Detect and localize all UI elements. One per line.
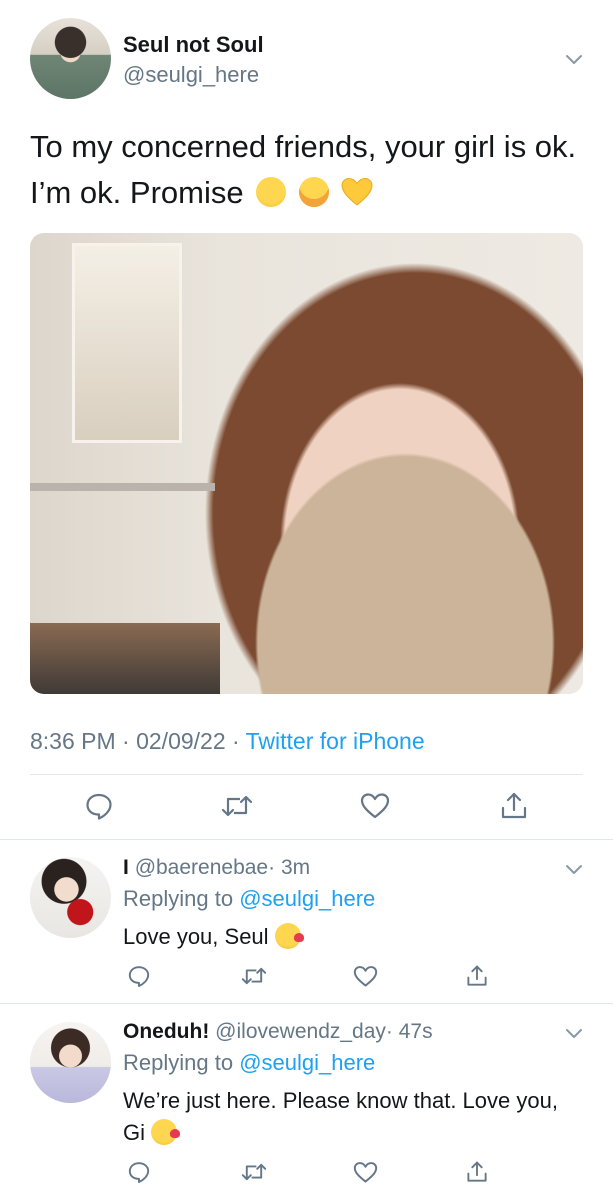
reply-text-content: Love you, Seul bbox=[123, 924, 269, 949]
tweet-text: To my concerned friends, your girl is ok… bbox=[30, 124, 590, 216]
like-button[interactable] bbox=[351, 1158, 379, 1186]
photo-shelf bbox=[30, 483, 215, 491]
reply-author: Oneduh! @ilovewendz_day· 47s bbox=[123, 1020, 433, 1044]
replying-to: Replying to @seulgi_here bbox=[123, 1050, 375, 1076]
divider bbox=[30, 774, 583, 775]
kissing-face-emoji-icon bbox=[151, 1119, 181, 1146]
smiling-face-emoji-icon bbox=[256, 176, 287, 207]
yellow-heart-emoji-icon bbox=[341, 177, 373, 206]
author-name[interactable]: Seul not Soul bbox=[123, 32, 264, 58]
reply-avatar[interactable] bbox=[30, 1022, 111, 1103]
retweet-button[interactable] bbox=[240, 1158, 268, 1186]
reply-button[interactable] bbox=[126, 962, 152, 990]
author-handle[interactable]: @seulgi_here bbox=[123, 62, 259, 88]
reply-time: · 3m bbox=[268, 856, 311, 879]
reply-avatar[interactable] bbox=[30, 857, 111, 938]
retweet-icon bbox=[241, 1163, 267, 1181]
tweet-timestamp: 8:36 PM · 02/09/22 · bbox=[30, 728, 246, 754]
divider bbox=[0, 839, 613, 840]
reply-text: We’re just here. Please know that. Love … bbox=[123, 1085, 563, 1149]
photo-table bbox=[30, 623, 220, 694]
retweet-button[interactable] bbox=[220, 789, 254, 823]
replying-to: Replying to @seulgi_here bbox=[123, 886, 375, 912]
kissing-face-emoji-icon bbox=[274, 923, 304, 950]
reply-author-handle[interactable]: @ilovewendz_day bbox=[215, 1020, 386, 1043]
replying-to-mention[interactable]: @seulgi_here bbox=[239, 1050, 375, 1075]
chevron-down-icon[interactable] bbox=[563, 1022, 585, 1044]
retweet-button[interactable] bbox=[240, 962, 268, 990]
reply-time: · 47s bbox=[385, 1020, 433, 1043]
retweet-icon bbox=[241, 967, 267, 985]
like-icon bbox=[360, 793, 390, 819]
tweet-source-link[interactable]: Twitter for iPhone bbox=[246, 728, 425, 754]
share-icon bbox=[501, 792, 527, 819]
retweet-icon bbox=[221, 795, 253, 817]
reply-author-name[interactable]: I bbox=[123, 856, 129, 879]
share-button[interactable] bbox=[497, 789, 531, 823]
share-icon bbox=[467, 965, 487, 986]
reply-author-name[interactable]: Oneduh! bbox=[123, 1020, 209, 1043]
replying-to-label: Replying to bbox=[123, 1050, 234, 1075]
like-button[interactable] bbox=[358, 789, 392, 823]
chevron-down-icon[interactable] bbox=[563, 858, 585, 880]
share-button[interactable] bbox=[463, 962, 491, 990]
like-button[interactable] bbox=[351, 962, 379, 990]
reply-author: I @baerenebae· 3m bbox=[123, 856, 310, 880]
like-icon bbox=[353, 1161, 377, 1183]
hugging-face-emoji-icon bbox=[298, 176, 329, 207]
replying-to-mention[interactable]: @seulgi_here bbox=[239, 886, 375, 911]
reply-text: Love you, Seul bbox=[123, 921, 563, 953]
tweet-meta: 8:36 PM · 02/09/22 · Twitter for iPhone bbox=[30, 728, 425, 755]
chevron-down-icon[interactable] bbox=[563, 48, 585, 70]
reply-icon bbox=[128, 1162, 150, 1183]
divider bbox=[0, 1003, 613, 1004]
reply-icon bbox=[128, 966, 150, 987]
like-icon bbox=[353, 965, 377, 987]
photo-poster bbox=[72, 243, 182, 443]
reply-button[interactable] bbox=[126, 1158, 152, 1186]
replying-to-label: Replying to bbox=[123, 886, 234, 911]
reply-icon bbox=[86, 793, 112, 820]
reply-author-handle[interactable]: @baerenebae bbox=[135, 856, 268, 879]
tweet-photo[interactable] bbox=[30, 233, 583, 694]
author-avatar[interactable] bbox=[30, 18, 111, 99]
share-button[interactable] bbox=[463, 1158, 491, 1186]
reply-text-content: We’re just here. Please know that. Love … bbox=[123, 1088, 558, 1145]
reply-button[interactable] bbox=[82, 789, 116, 823]
share-icon bbox=[467, 1161, 487, 1182]
